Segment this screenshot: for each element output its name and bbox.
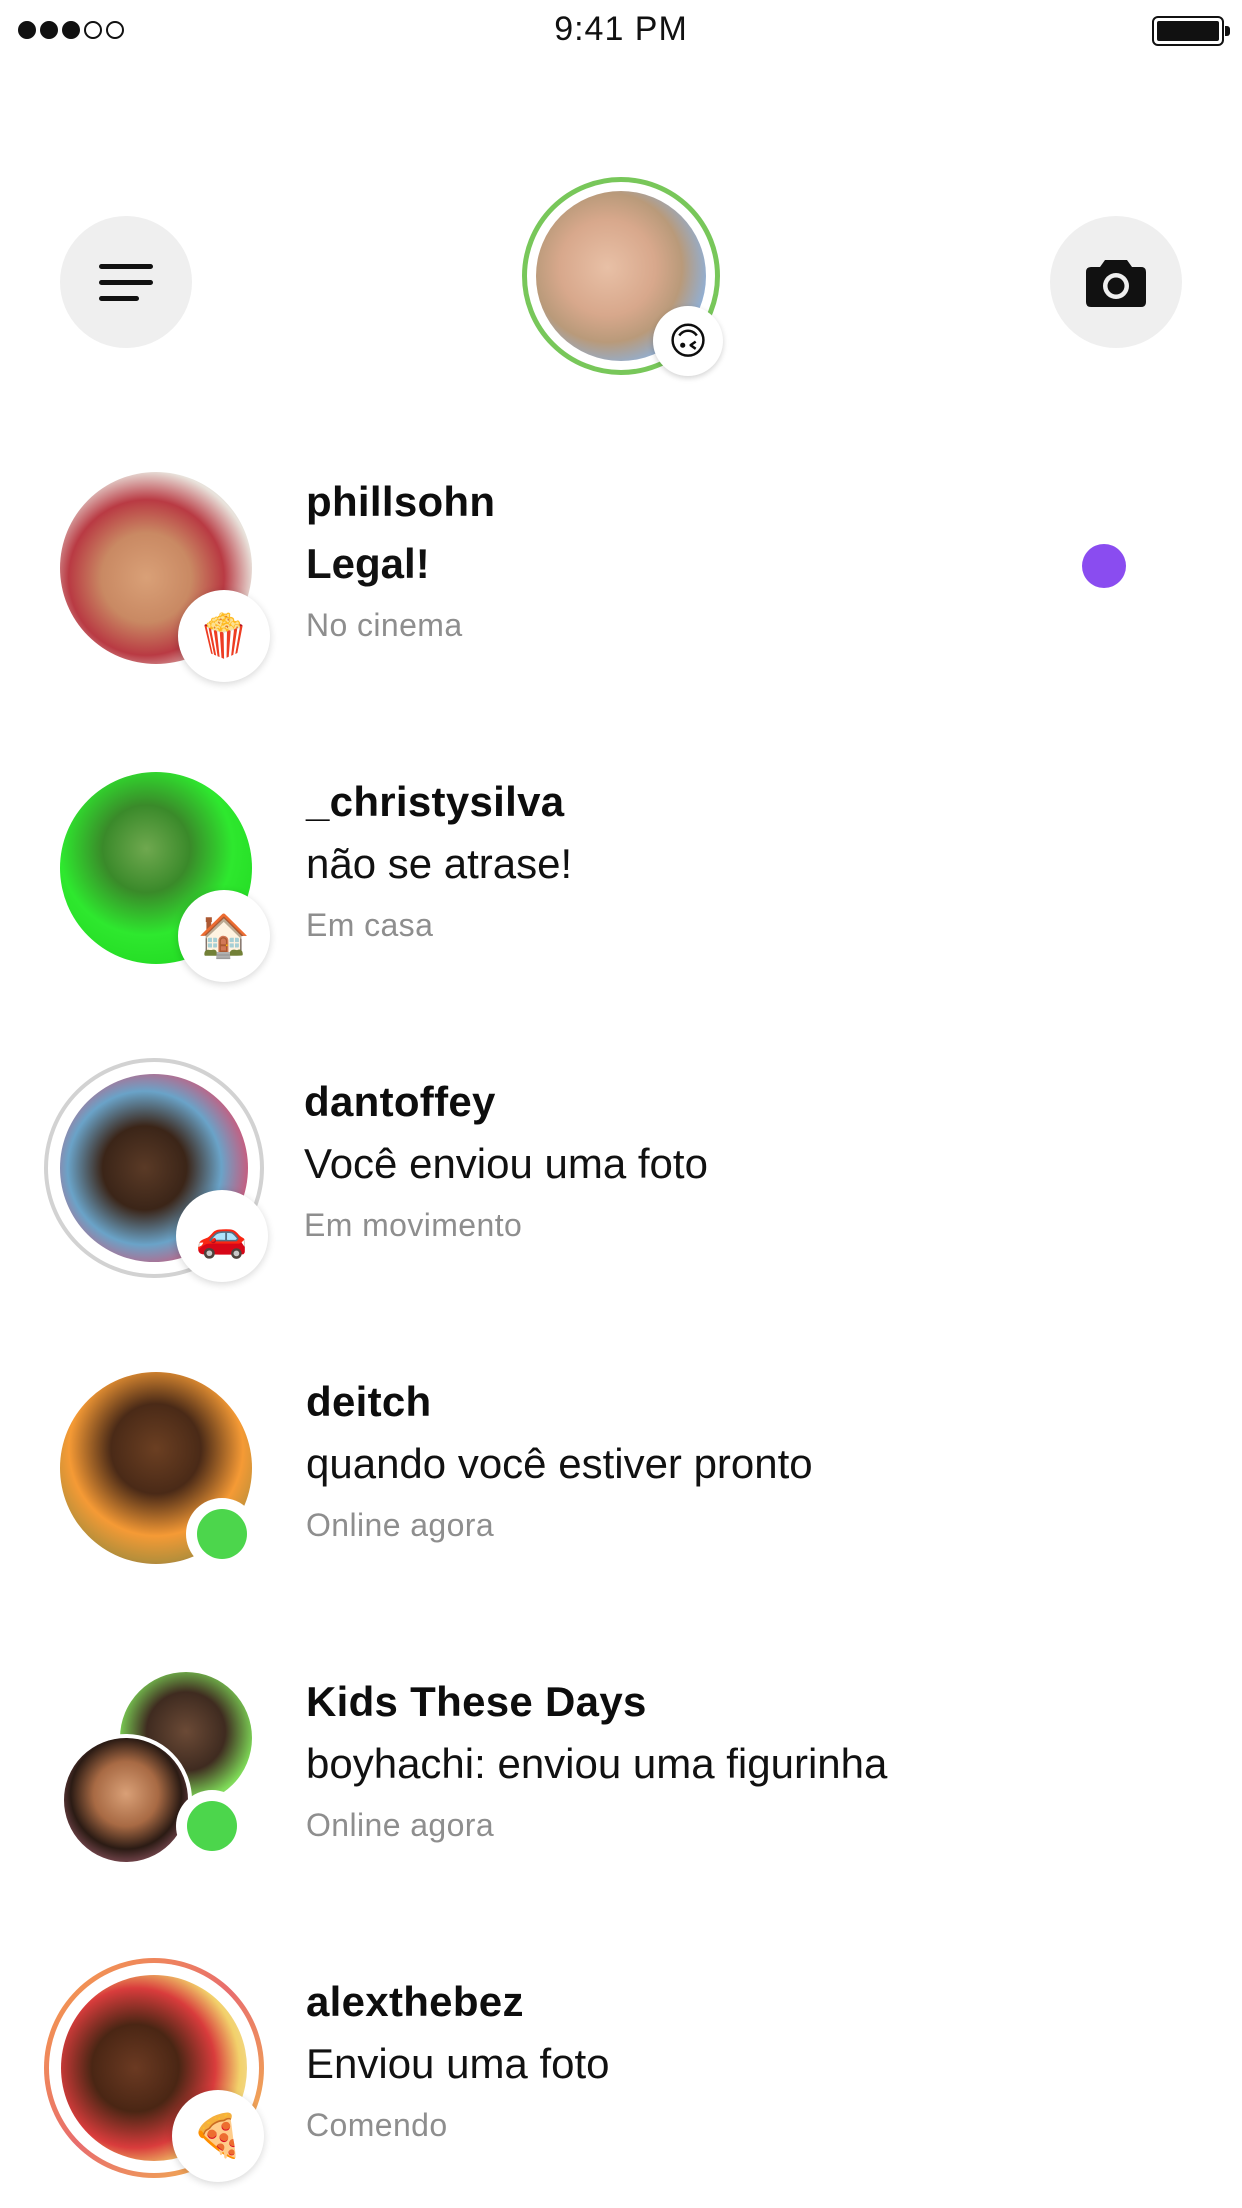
- conversation-name: phillsohn: [306, 478, 496, 525]
- conversation-row[interactable]: deitch quando você estiver pronto Online…: [0, 1372, 1242, 1602]
- conversation-status: Em movimento: [304, 1207, 523, 1243]
- messages-screen: 9:41 PM 🙃 🍿 phillsohn Legal! No cinema 🏠…: [0, 0, 1242, 2208]
- self-avatar[interactable]: 🙃: [522, 177, 723, 376]
- popcorn-icon: 🍿: [178, 590, 270, 682]
- status-time: 9:41 PM: [554, 10, 688, 48]
- car-icon: 🚗: [176, 1190, 268, 1282]
- conversation-message: boyhachi: enviou uma figurinha: [306, 1740, 888, 1787]
- conversation-name: deitch: [306, 1378, 432, 1425]
- conversation-row[interactable]: Kids These Days boyhachi: enviou uma fig…: [0, 1672, 1242, 1902]
- group-member-avatar: [60, 1734, 192, 1866]
- camera-icon: [1086, 260, 1146, 307]
- conversation-row[interactable]: 🚗 dantoffey Você enviou uma foto Em movi…: [0, 1058, 1242, 1302]
- conversation-message: quando você estiver pronto: [306, 1440, 813, 1487]
- conversation-name: alexthebez: [306, 1978, 524, 2025]
- conversation-status: Online agora: [306, 1507, 495, 1543]
- conversation-status: Em casa: [306, 907, 434, 943]
- menu-button[interactable]: [60, 216, 192, 348]
- status-bar: 9:41 PM: [0, 0, 1242, 60]
- conversation-row[interactable]: 🏠 _christysilva não se atrase! Em casa: [0, 772, 1242, 1002]
- conversation-name: dantoffey: [304, 1078, 496, 1125]
- conversation-status: Comendo: [306, 2107, 448, 2143]
- camera-button[interactable]: [1050, 216, 1182, 348]
- pizza-icon: 🍕: [172, 2090, 264, 2182]
- conversation-row[interactable]: 🍕 alexthebez Enviou uma foto Comendo: [0, 1972, 1242, 2202]
- conversation-name: Kids These Days: [306, 1678, 647, 1725]
- conversation-name: _christysilva: [306, 778, 565, 825]
- conversation-row[interactable]: 🍿 phillsohn Legal! No cinema: [0, 472, 1242, 702]
- conversation-message: Você enviou uma foto: [304, 1140, 708, 1187]
- conversation-status: Online agora: [306, 1807, 495, 1843]
- house-icon: 🏠: [178, 890, 270, 982]
- conversation-message: Legal!: [306, 540, 430, 587]
- self-status-emoji-badge[interactable]: 🙃: [653, 306, 723, 376]
- conversation-status: No cinema: [306, 607, 463, 643]
- online-indicator: [176, 1790, 248, 1862]
- conversation-message: não se atrase!: [306, 840, 573, 887]
- online-indicator: [186, 1498, 258, 1570]
- battery-icon: [1152, 16, 1230, 46]
- conversation-message: Enviou uma foto: [306, 2040, 610, 2087]
- unread-indicator: [1082, 544, 1126, 588]
- hamburger-menu-icon: [99, 263, 153, 301]
